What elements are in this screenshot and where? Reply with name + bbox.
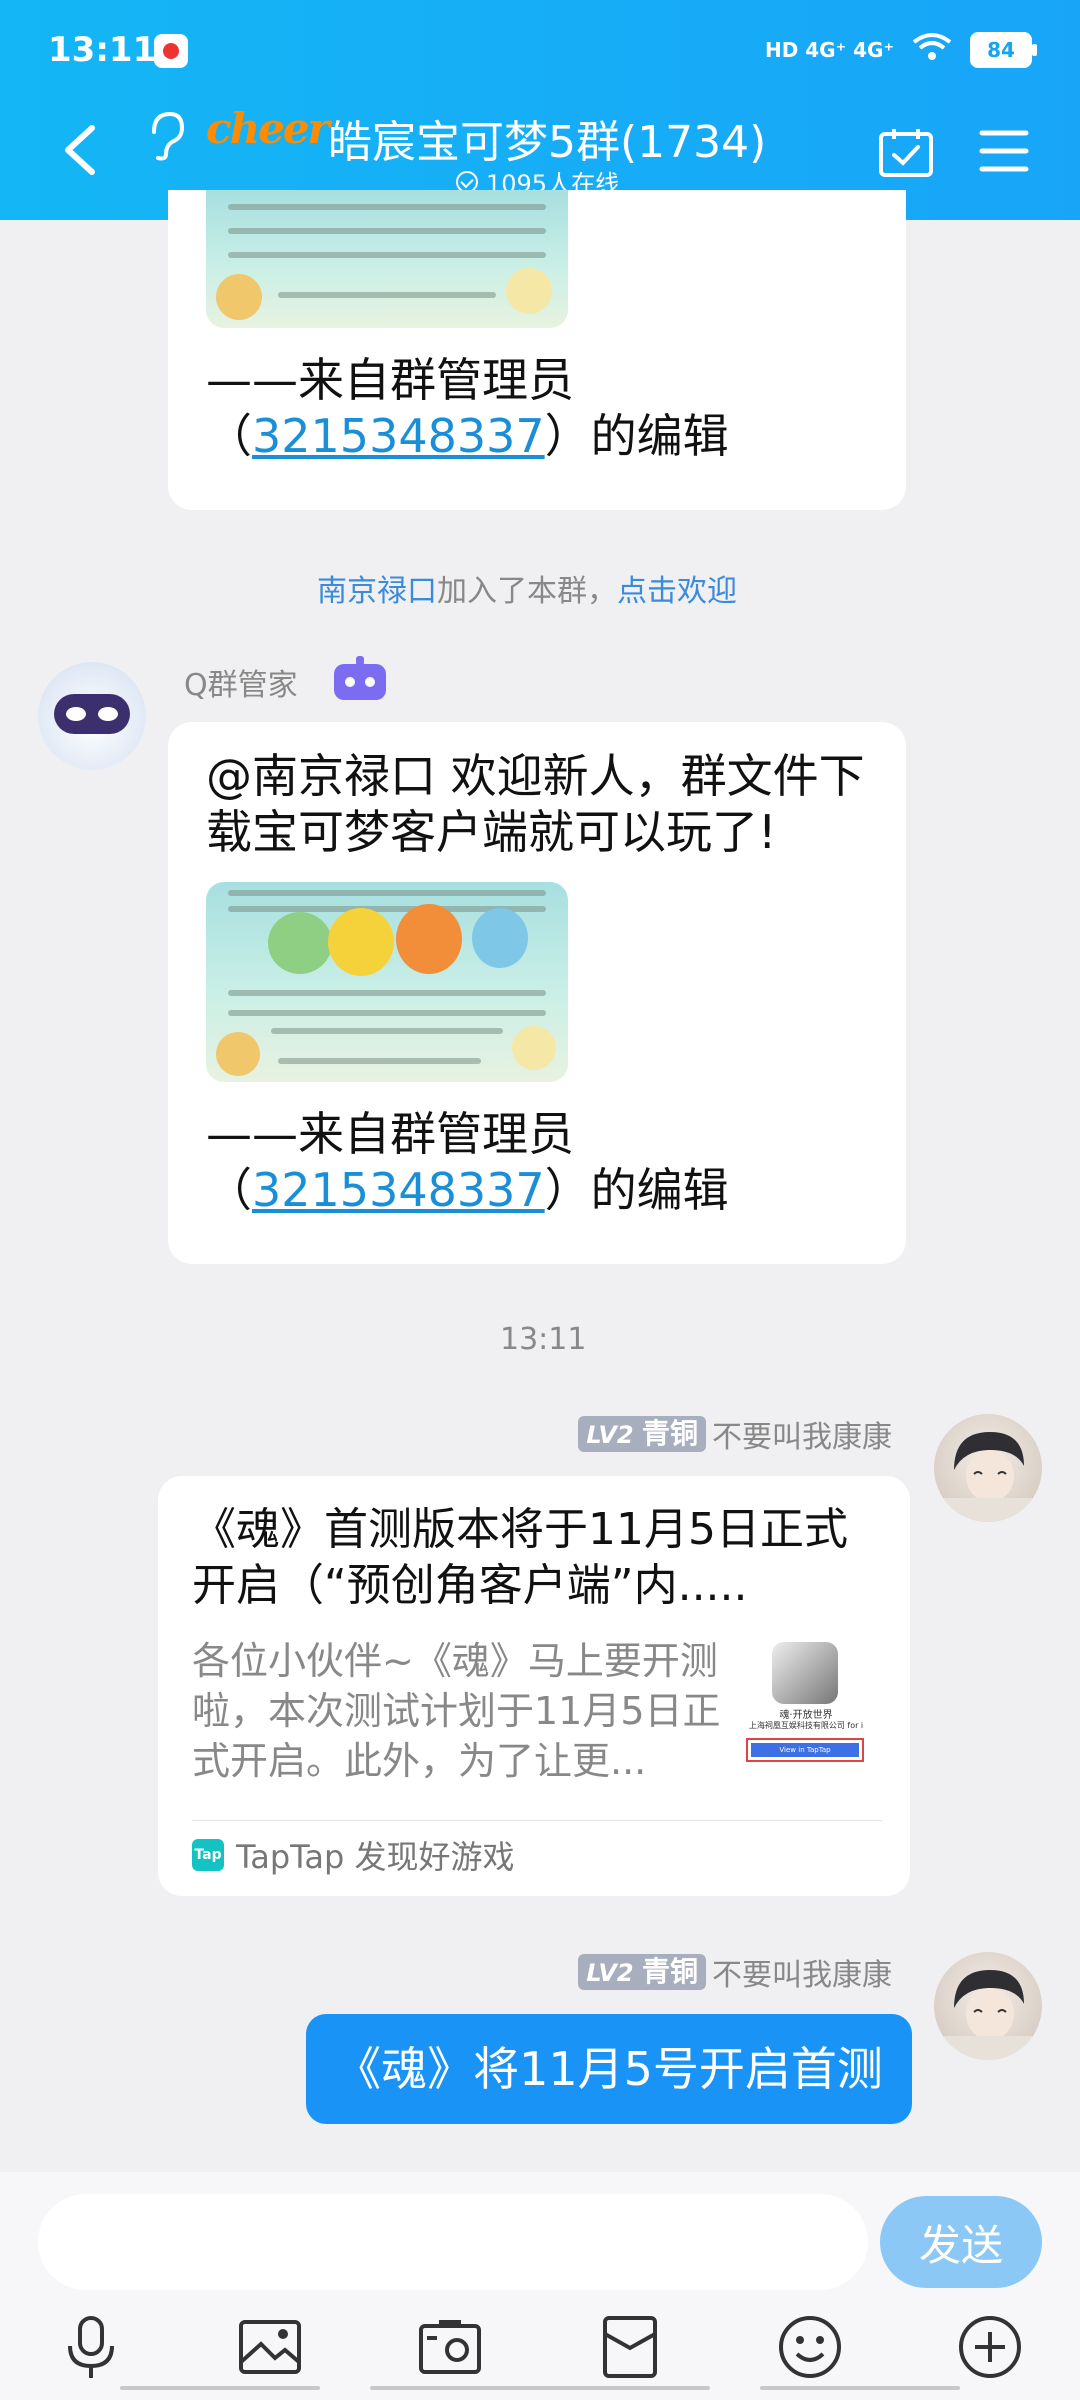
input-bar: 发送: [0, 2172, 1080, 2400]
level-badge: LV2 青铜: [578, 1416, 706, 1452]
plus-icon[interactable]: [955, 2312, 1025, 2382]
thumb-subtitle: 上海祠凰互娱科技有限公司 for i: [748, 1721, 864, 1730]
taptap-icon: Tap: [192, 1839, 224, 1871]
menu-icon[interactable]: [978, 128, 1030, 174]
thumb-title: 魂·开放世界: [779, 1710, 833, 1721]
card-source: Tap TapTap 发现好游戏: [192, 1832, 515, 1878]
network-indicator: HD 4G⁺ 4G⁺: [764, 38, 894, 62]
welcome-link[interactable]: 点击欢迎: [617, 574, 737, 609]
message-footer: ——来自群管理员 （3215348337）的编辑: [206, 1106, 886, 1218]
bot-avatar[interactable]: [38, 662, 146, 770]
user-sender-info: LV2 青铜 不要叫我康康: [578, 1950, 892, 1994]
message-image[interactable]: [206, 882, 568, 1082]
user-sender-info: LV2 青铜 不要叫我康康: [578, 1412, 892, 1456]
toolbar: [0, 2312, 1080, 2382]
ear-icon[interactable]: [146, 110, 186, 173]
sender-name: Q群管家: [184, 668, 298, 703]
card-thumbnail: 魂·开放世界 上海祠凰互娱科技有限公司 for i View in TapTap: [736, 1642, 876, 1772]
footer-line-qq: （3215348337）的编辑: [206, 408, 886, 464]
bot-message-bubble[interactable]: @南京禄口 欢迎新人，群文件下载宝可梦客户端就可以玩了! ——来自群管理员 （3…: [168, 722, 906, 1264]
system-join-message: 南京禄口加入了本群，点击欢迎: [317, 566, 737, 610]
microphone-icon[interactable]: [56, 2312, 126, 2382]
sender-name: 不要叫我康康: [712, 1958, 892, 1993]
thumb-button: View in TapTap: [746, 1738, 864, 1762]
share-card[interactable]: 《魂》首测版本将于11月5日正式开启（“预创角客户端”内..... 各位小伙伴~…: [158, 1476, 910, 1896]
paren-open: （: [206, 1163, 252, 1217]
chevron-left-icon: [65, 125, 95, 175]
footer-suffix: ）的编辑: [544, 409, 729, 463]
footer-suffix: ）的编辑: [544, 1163, 729, 1217]
message-footer: ——来自群管理员 （3215348337）的编辑: [206, 352, 886, 464]
image-icon[interactable]: [235, 2312, 305, 2382]
status-indicators: HD 4G⁺ 4G⁺ 84: [764, 30, 1037, 70]
footer-line: ——来自群管理员: [206, 353, 574, 407]
group-logo: cheer: [206, 104, 330, 153]
card-description: 各位小伙伴~《魂》马上要开测啦，本次测试计划于11月5日正式开启。此外，为了让更…: [192, 1639, 721, 1783]
message-bubble-previous[interactable]: ——来自群管理员 （3215348337）的编辑: [168, 190, 906, 510]
group-title[interactable]: 皓宸宝可梦5群(1734): [328, 106, 766, 170]
gesture-bar: [120, 2386, 320, 2390]
join-text: 加入了本群，: [437, 574, 617, 609]
my-message-bubble[interactable]: 《魂》将11月5号开启首测: [306, 2014, 912, 2124]
join-user-link[interactable]: 南京禄口: [317, 574, 437, 609]
rank-text: 青铜: [641, 1955, 698, 1988]
level-text: LV2: [586, 1959, 634, 1987]
footer-line-qq: （3215348337）的编辑: [206, 1162, 886, 1218]
gesture-bar: [760, 2386, 960, 2390]
paren-open: （: [206, 409, 252, 463]
wifi-icon: [912, 32, 952, 68]
bot-message-text: @南京禄口 欢迎新人，群文件下载宝可梦客户端就可以玩了!: [206, 749, 865, 859]
sender-name: 不要叫我康康: [712, 1420, 892, 1455]
thumb-button-label: View in TapTap: [751, 1743, 859, 1757]
rank-text: 青铜: [641, 1417, 698, 1450]
battery-indicator: 84: [970, 32, 1037, 68]
bot-sender-name: Q群管家: [184, 660, 298, 704]
emoji-icon[interactable]: [775, 2312, 845, 2382]
level-text: LV2: [586, 1421, 634, 1449]
footer-line: ——来自群管理员: [206, 1107, 574, 1161]
user-avatar[interactable]: [934, 1414, 1042, 1522]
game-icon: [772, 1642, 838, 1704]
card-title: 《魂》首测版本将于11月5日正式开启（“预创角客户端”内.....: [192, 1504, 848, 1611]
card-divider: [192, 1820, 882, 1821]
level-badge: LV2 青铜: [578, 1954, 706, 1990]
red-packet-icon[interactable]: [595, 2312, 665, 2382]
message-input[interactable]: [38, 2194, 868, 2290]
qq-link[interactable]: 3215348337: [252, 409, 545, 463]
card-source-label: TapTap 发现好游戏: [236, 1838, 515, 1876]
bot-badge-icon: [330, 656, 390, 702]
camera-icon[interactable]: [415, 2312, 485, 2382]
send-button[interactable]: 发送: [880, 2196, 1042, 2288]
message-image[interactable]: [206, 190, 568, 328]
user-avatar[interactable]: [934, 1952, 1042, 2060]
my-message-text: 《魂》将11月5号开启首测: [335, 2042, 883, 2096]
notification-icon: [154, 34, 188, 68]
chat-header: 13:11 HD 4G⁺ 4G⁺ 84 cheer 皓宸宝可梦5群(1734) …: [0, 0, 1080, 220]
back-button[interactable]: [52, 120, 112, 180]
qq-link[interactable]: 3215348337: [252, 1163, 545, 1217]
time-divider: 13:11: [500, 1322, 587, 1357]
status-bar: 13:11 HD 4G⁺ 4G⁺ 84: [0, 0, 1080, 100]
status-time: 13:11: [48, 30, 157, 70]
calendar-check-icon[interactable]: [878, 126, 934, 178]
gesture-bar: [370, 2386, 710, 2390]
